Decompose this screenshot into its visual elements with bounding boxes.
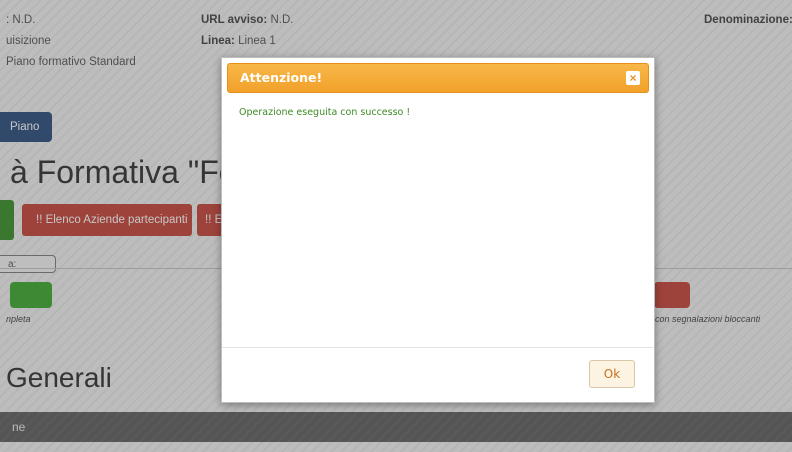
dialog-footer-divider: [222, 347, 654, 348]
dialog-header: Attenzione! ×: [227, 63, 649, 93]
ok-button[interactable]: Ok: [589, 360, 635, 388]
dialog-message: Operazione eseguita con successo !: [239, 107, 411, 118]
alert-dialog: Attenzione! × Operazione eseguita con su…: [221, 57, 655, 403]
close-icon[interactable]: ×: [626, 71, 640, 85]
dialog-title: Attenzione!: [240, 70, 323, 85]
